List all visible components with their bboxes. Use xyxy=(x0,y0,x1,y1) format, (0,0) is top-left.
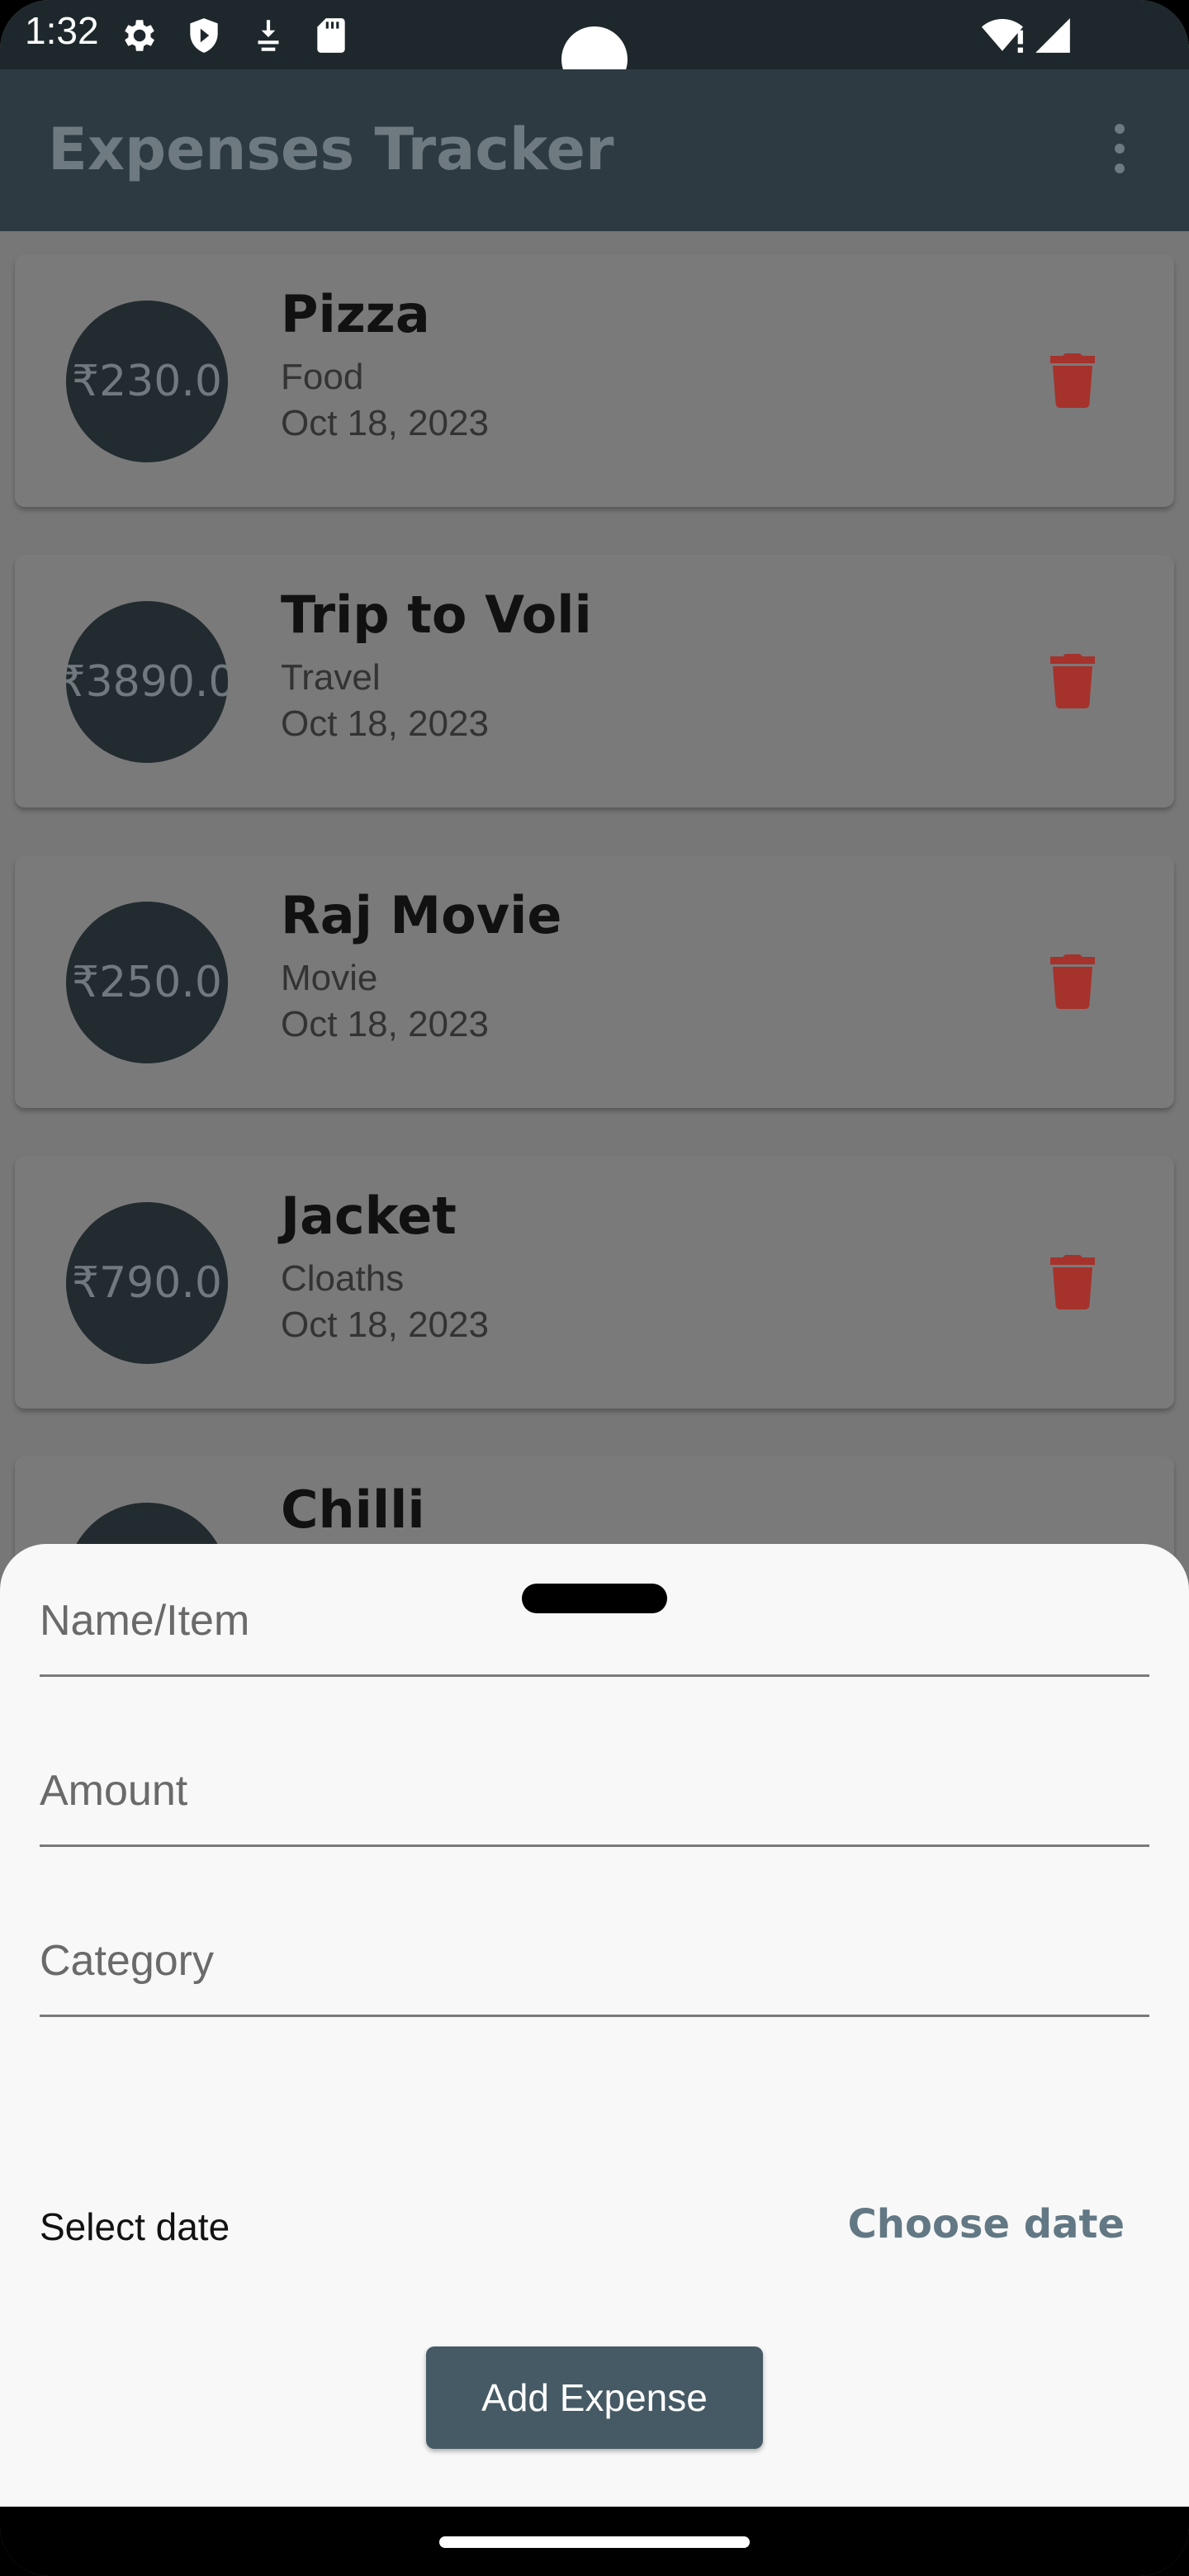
add-expense-sheet: Select date Choose date Add Expense xyxy=(0,1544,1189,2507)
expense-category: Cloaths xyxy=(281,1258,405,1299)
expense-category: Travel xyxy=(281,657,381,698)
amount-avatar: ₹250.0 xyxy=(66,902,228,1063)
expense-date: Oct 18, 2023 xyxy=(281,703,489,744)
delete-icon[interactable] xyxy=(1034,943,1111,1020)
expense-title: Chilli xyxy=(281,1480,425,1540)
amount-avatar: ₹230.0 xyxy=(66,301,228,462)
expense-date: Oct 18, 2023 xyxy=(281,403,489,443)
sd-card-icon xyxy=(310,15,352,56)
delete-icon[interactable] xyxy=(1034,342,1111,419)
category-input[interactable] xyxy=(40,1907,1149,2015)
shield-icon xyxy=(183,15,225,56)
expense-category: Food xyxy=(281,357,364,397)
home-gesture-handle[interactable] xyxy=(439,2536,750,2548)
category-field[interactable] xyxy=(40,1907,1149,2017)
delete-icon[interactable] xyxy=(1034,1243,1111,1321)
navigation-bar xyxy=(0,2507,1189,2576)
expense-category: Movie xyxy=(281,958,378,998)
amount-avatar: ₹3890.0 xyxy=(66,601,228,763)
name-input[interactable] xyxy=(40,1567,1149,1674)
status-time: 1:32 xyxy=(25,9,99,52)
expense-title: Raj Movie xyxy=(281,885,562,945)
download-icon xyxy=(248,15,289,56)
app-bar: Expenses Tracker xyxy=(0,69,1189,231)
expense-title: Pizza xyxy=(281,284,430,344)
expense-card[interactable]: ₹790.0 Jacket Cloaths Oct 18, 2023 xyxy=(15,1156,1174,1409)
screen: 1:32 Expenses Tracker ₹230.0 Pizza Food … xyxy=(0,0,1189,2576)
expense-date: Oct 18, 2023 xyxy=(281,1004,489,1044)
select-date-label: Select date xyxy=(40,2205,230,2248)
more-vert-icon[interactable] xyxy=(1103,116,1136,182)
expense-card[interactable]: ₹3890.0 Trip to Voli Travel Oct 18, 2023 xyxy=(15,555,1174,807)
gear-icon xyxy=(117,15,159,56)
expense-card[interactable]: ₹230.0 Pizza Food Oct 18, 2023 xyxy=(15,254,1174,507)
expense-card[interactable]: ₹250.0 Raj Movie Movie Oct 18, 2023 xyxy=(15,855,1174,1108)
status-bar: 1:32 xyxy=(0,0,1189,92)
app-title: Expenses Tracker xyxy=(48,116,614,183)
wifi-alert-icon xyxy=(979,15,1029,56)
add-expense-button[interactable]: Add Expense xyxy=(426,2346,763,2449)
name-field[interactable] xyxy=(40,1567,1149,1677)
choose-date-button[interactable]: Choose date xyxy=(848,2201,1125,2247)
delete-icon[interactable] xyxy=(1034,642,1111,720)
expense-title: Jacket xyxy=(281,1186,457,1246)
amount-avatar: ₹790.0 xyxy=(66,1202,228,1364)
amount-input[interactable] xyxy=(40,1737,1149,1844)
signal-icon xyxy=(1032,15,1073,56)
expense-title: Trip to Voli xyxy=(281,585,592,645)
amount-field[interactable] xyxy=(40,1737,1149,1847)
expense-date: Oct 18, 2023 xyxy=(281,1305,489,1345)
